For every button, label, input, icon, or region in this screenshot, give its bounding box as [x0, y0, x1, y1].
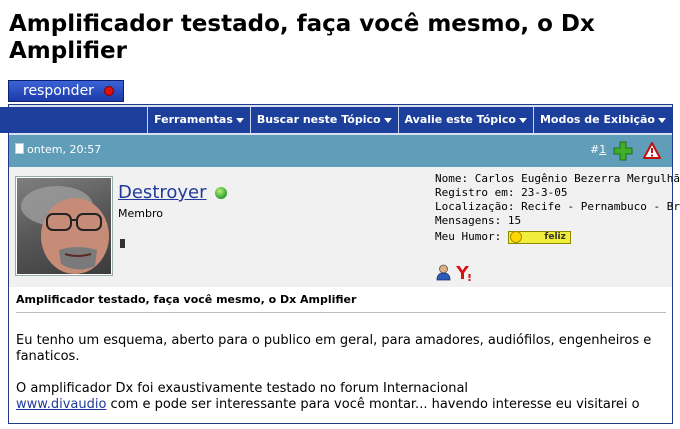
- reputation-icon: [120, 239, 125, 248]
- search-thread-menu[interactable]: Buscar neste Tópico: [249, 107, 398, 133]
- message-text: O amplificador Dx foi exaustivamente tes…: [16, 381, 469, 396]
- post-date: ontem, 20:57: [15, 143, 101, 157]
- user-location: Localização: Recife - Pernambuco - Brasi…: [435, 200, 680, 213]
- yahoo-icon[interactable]: [455, 264, 471, 281]
- user-full-name: Nome: Carlos Eugênio Bezerra Mergulhão: [435, 172, 680, 185]
- user-details: Nome: Carlos Eugênio Bezerra Mergulhão R…: [435, 172, 680, 244]
- online-status-icon: [215, 187, 227, 199]
- mood-badge: feliz: [507, 230, 571, 244]
- message-body: Eu tenho um esquema, aberto para o publi…: [16, 333, 661, 429]
- message-divider: [16, 312, 666, 313]
- user-join-date: Registro em: 23-3-05: [435, 186, 568, 199]
- message-title: Amplificador testado, faça você mesmo, o…: [16, 293, 357, 306]
- chevron-down-icon: [658, 117, 666, 123]
- mood-text: feliz: [544, 231, 566, 242]
- chevron-down-icon: [383, 117, 392, 123]
- post-number-link[interactable]: 1: [599, 143, 606, 156]
- warning-icon[interactable]: [643, 142, 661, 160]
- tools-menu[interactable]: Ferramentas: [147, 107, 250, 133]
- post-header: ontem, 20:57 #1: [9, 135, 672, 167]
- rate-thread-menu[interactable]: Avalie este Tópico: [397, 107, 533, 133]
- post-number-prefix: #: [590, 143, 600, 156]
- tools-menu-label: Ferramentas: [154, 113, 233, 126]
- rate-thread-label: Avalie este Tópico: [404, 113, 516, 126]
- message-paragraph: O amplificador Dx foi exaustivamente tes…: [16, 381, 661, 413]
- message-text: com e pode ser interessante para você mo…: [106, 397, 640, 412]
- avatar-face-image: [21, 186, 109, 274]
- post-date-text: ontem, 20:57: [27, 143, 102, 156]
- reply-button-label: responder: [23, 83, 94, 99]
- username-link[interactable]: Destroyer: [118, 182, 207, 204]
- plus-icon[interactable]: [613, 141, 633, 161]
- divaudio-link[interactable]: www.divaudio: [16, 397, 106, 412]
- user-mood-label: Meu Humor:: [435, 230, 502, 243]
- message-paragraph: Eu tenho um esquema, aberto para o publi…: [16, 333, 652, 364]
- avatar[interactable]: [16, 177, 112, 275]
- display-modes-label: Modos de Exibição: [539, 113, 655, 126]
- display-modes-menu[interactable]: Modos de Exibição: [532, 107, 672, 133]
- user-mood-row: Meu Humor: feliz: [435, 230, 680, 244]
- chevron-down-icon: [518, 117, 527, 123]
- user-icon[interactable]: [436, 264, 451, 281]
- user-title: Membro: [118, 207, 163, 220]
- thread-title: Amplificador testado, faça você mesmo, o…: [9, 11, 595, 64]
- reply-dot-icon: [104, 86, 114, 96]
- smiley-icon: [509, 230, 522, 243]
- thread-tools: Ferramentas Buscar neste Tópico Avalie e…: [0, 107, 672, 133]
- user-post-count: Mensagens: 15: [435, 214, 522, 227]
- post-number: #1: [590, 143, 606, 157]
- post-document-icon: [15, 143, 24, 154]
- chevron-down-icon: [235, 117, 244, 123]
- search-thread-label: Buscar neste Tópico: [256, 113, 381, 126]
- user-info-panel: Destroyer Membro Nome: Carlos Eugênio Be…: [9, 167, 680, 287]
- thread-toolbar: Ferramentas Buscar neste Tópico Avalie e…: [0, 105, 672, 135]
- post-container: Ferramentas Buscar neste Tópico Avalie e…: [0, 104, 680, 424]
- reply-button[interactable]: responder: [8, 80, 124, 102]
